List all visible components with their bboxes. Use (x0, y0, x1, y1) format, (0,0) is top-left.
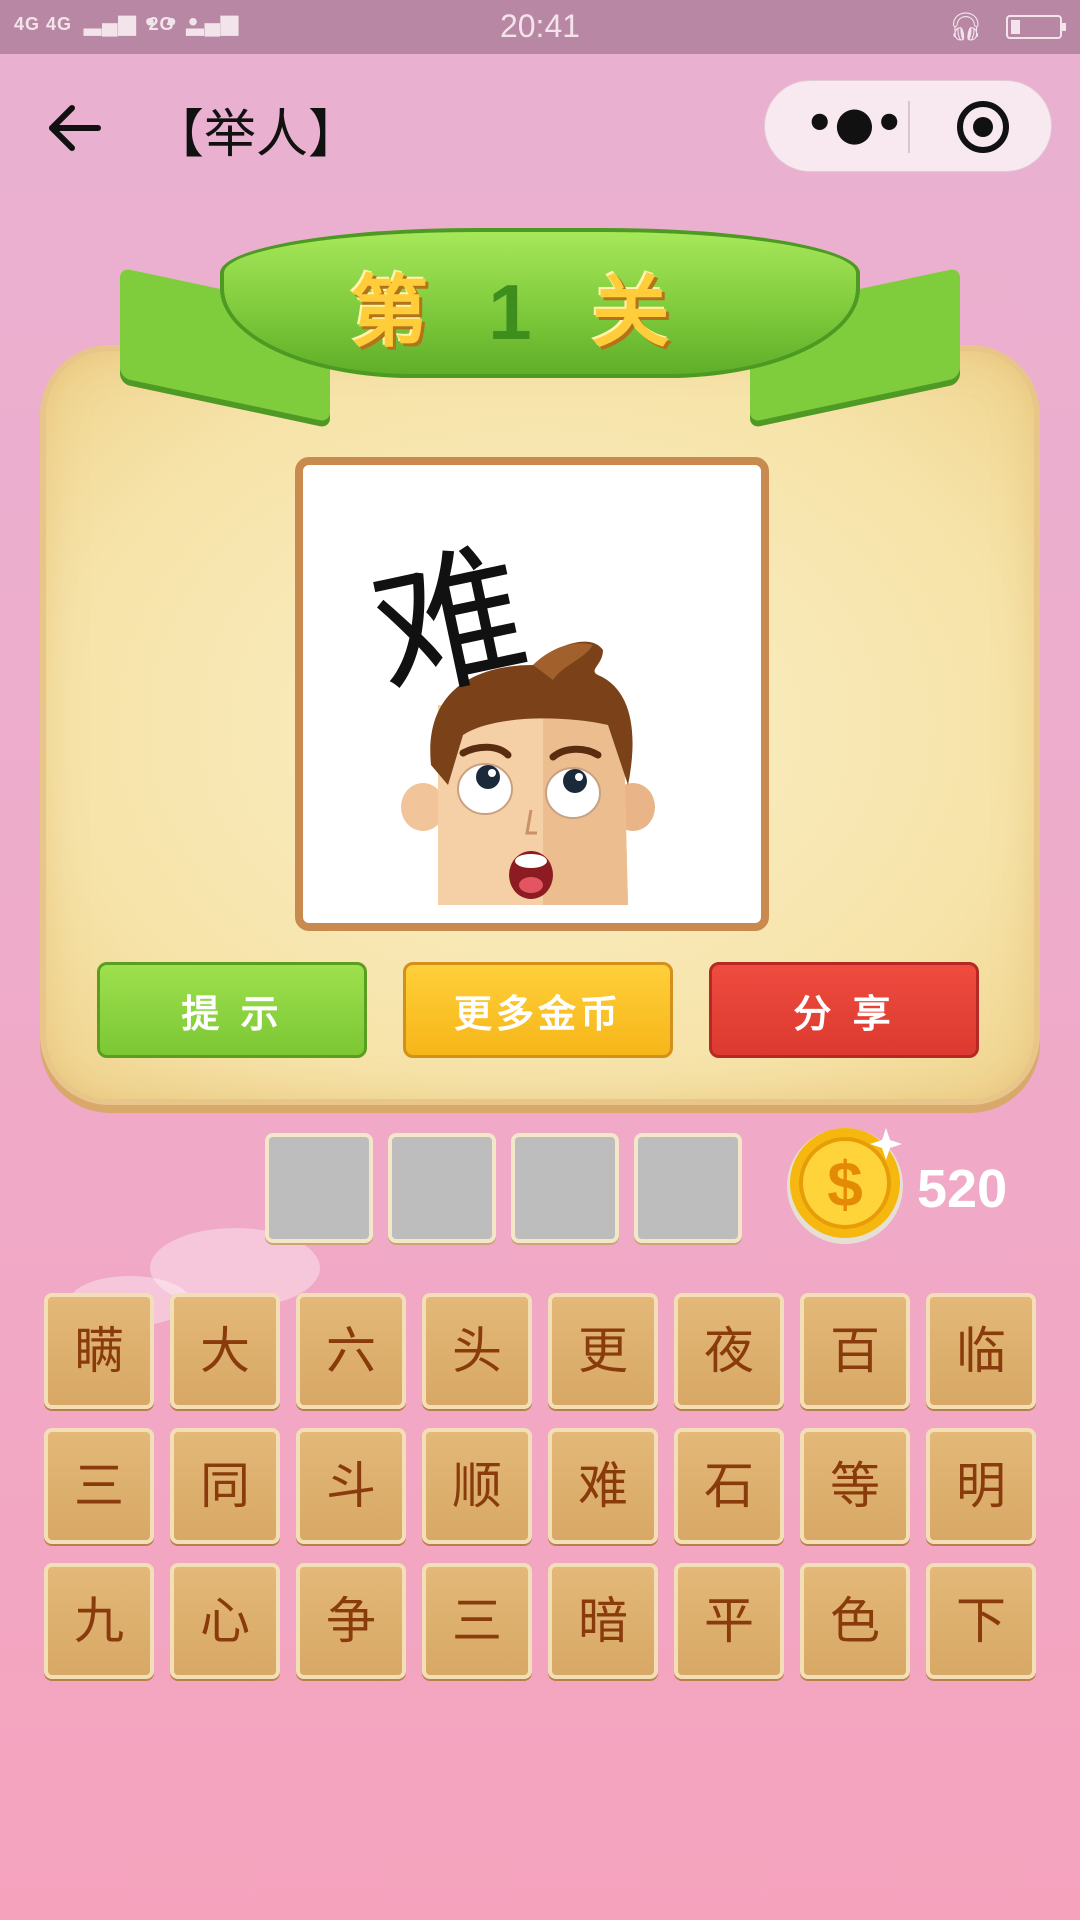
page-title: 【举人】 (152, 105, 361, 165)
char-tile[interactable]: 更 (548, 1293, 658, 1409)
nav-bar: 【举人】 •●• (0, 54, 1080, 198)
char-tile[interactable]: 六 (296, 1293, 406, 1409)
puzzle-character: 难 (359, 524, 542, 725)
puzzle-image: 难 (295, 457, 769, 931)
char-tile[interactable]: 大 (170, 1293, 280, 1409)
back-arrow-icon[interactable] (44, 98, 104, 158)
char-tile[interactable]: 色 (800, 1563, 910, 1679)
status-time: 20:41 (499, 8, 581, 44)
char-tile[interactable]: 同 (170, 1428, 280, 1544)
coin-count: 520 (917, 1159, 1008, 1219)
char-tile[interactable]: 心 (170, 1563, 280, 1679)
more-coins-button[interactable]: 更多金币 (403, 962, 673, 1058)
more-dots-icon[interactable]: •●• (805, 100, 904, 151)
capsule-divider (908, 101, 910, 153)
svg-text:$: $ (827, 1148, 863, 1220)
battery-icon (1006, 15, 1066, 39)
record-circle-icon[interactable] (957, 101, 1009, 153)
hint-button[interactable]: 提 示 (97, 962, 367, 1058)
char-tile[interactable]: 明 (926, 1428, 1036, 1544)
answer-slot[interactable] (388, 1133, 496, 1243)
char-tile[interactable]: 瞒 (44, 1293, 154, 1409)
char-tile[interactable]: 临 (926, 1293, 1036, 1409)
share-button[interactable]: 分 享 (709, 962, 979, 1058)
puzzle-illustration: 难 (359, 524, 655, 905)
level-suffix: 关 (591, 268, 730, 358)
char-tile[interactable]: 百 (800, 1293, 910, 1409)
char-tile[interactable]: 暗 (548, 1563, 658, 1679)
answer-slot[interactable] (634, 1133, 742, 1243)
char-tile[interactable]: 斗 (296, 1428, 406, 1544)
gold-coin-icon: $ (787, 1128, 903, 1244)
char-tile[interactable]: 三 (422, 1563, 532, 1679)
status-bar: 4G 4G ▂▄▆ 2G ▂▄▆ • • • 20:41 🎧︎ (0, 0, 1080, 54)
char-tile[interactable]: 难 (548, 1428, 658, 1544)
miniprogram-capsule: •●• (764, 80, 1052, 172)
char-tile[interactable]: 平 (674, 1563, 784, 1679)
answer-slot[interactable] (511, 1133, 619, 1243)
char-tile[interactable]: 等 (800, 1428, 910, 1544)
char-tile[interactable]: 九 (44, 1563, 154, 1679)
answer-slot[interactable] (265, 1133, 373, 1243)
level-number: 1 (488, 268, 592, 356)
level-prefix: 第 (350, 268, 489, 358)
char-tile[interactable]: 三 (44, 1428, 154, 1544)
char-tile[interactable]: 头 (422, 1293, 532, 1409)
char-tile[interactable]: 夜 (674, 1293, 784, 1409)
char-tile[interactable]: 下 (926, 1563, 1036, 1679)
char-tile[interactable]: 石 (674, 1428, 784, 1544)
headset-icon: 🎧︎ (948, 11, 984, 42)
char-tile[interactable]: 顺 (422, 1428, 532, 1544)
level-title: 第1关 (220, 250, 860, 362)
char-tile[interactable]: 争 (296, 1563, 406, 1679)
